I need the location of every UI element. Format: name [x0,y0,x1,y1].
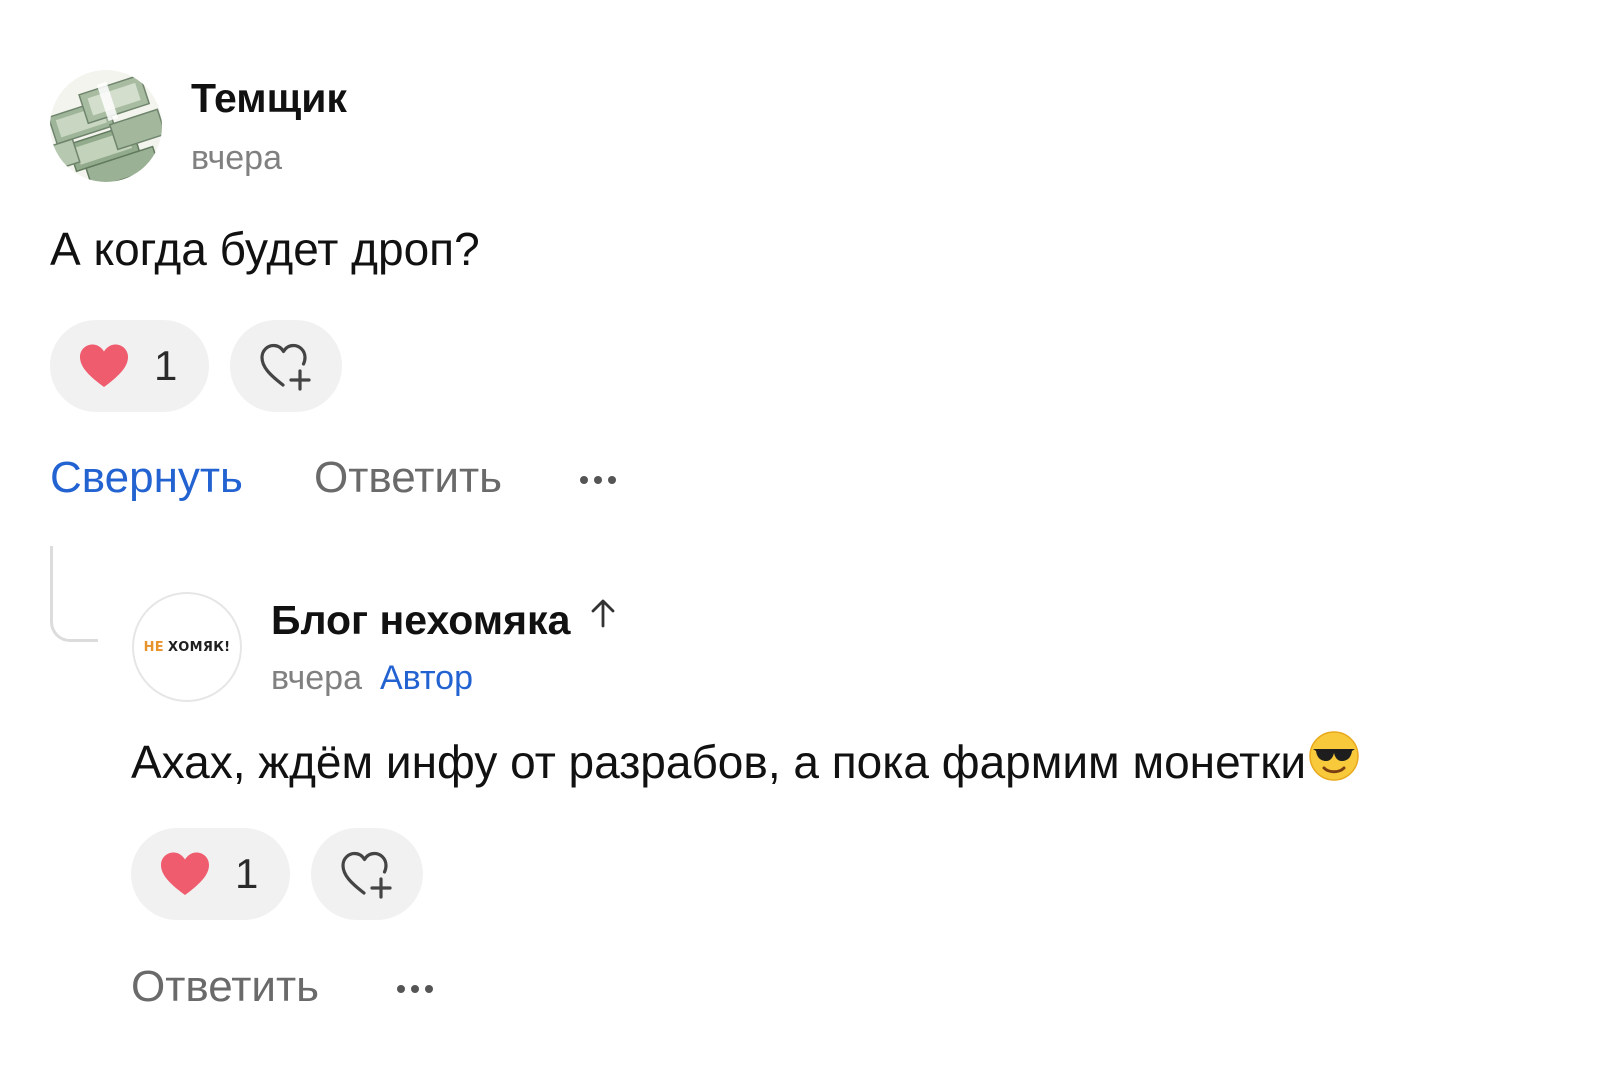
reply-text: Ахах, ждём инфу от разрабов, а пока фарм… [131,736,1307,788]
more-dots-icon[interactable] [397,979,433,999]
reply-timestamp: вчера [271,659,362,697]
reply-like-button[interactable]: 1 [131,828,290,920]
reply-add-reaction-button[interactable] [311,828,423,920]
like-button[interactable]: 1 [50,320,209,412]
money-stack-image [50,70,162,182]
reply-reply-link[interactable]: Ответить [131,961,319,1013]
heart-plus-icon [260,343,311,391]
reply-author-avatar[interactable]: НЕ ХОМЯК! [132,592,242,702]
add-reaction-button[interactable] [230,320,342,412]
avatar-logo-accent: НЕ [143,639,164,655]
collapse-link[interactable]: Свернуть [50,452,243,504]
heart-icon [161,852,209,895]
more-dots-icon[interactable] [580,470,616,490]
reply-link[interactable]: Ответить [314,452,502,504]
reply-author-name[interactable]: Блог нехомяка [271,596,616,644]
thread-connector [50,546,98,642]
heart-plus-icon [341,851,392,899]
comment-text: А когда будет дроп? [50,223,480,275]
author-avatar[interactable] [50,70,162,182]
reply-meta: вчера Автор [271,658,473,698]
like-count: 1 [154,342,178,389]
author-badge: Автор [379,659,473,697]
reply-text-line: Ахах, ждём инфу от разрабов, а пока фарм… [131,730,1360,789]
reply-like-count: 1 [235,850,259,897]
comment-timestamp: вчера [191,139,282,177]
reply-author-label: Блог нехомяка [271,597,571,643]
sunglasses-emoji [1308,730,1360,782]
heart-icon [80,344,128,387]
arrow-up-icon [590,598,616,628]
author-name[interactable]: Темщик [191,74,347,122]
avatar-logo-text: ХОМЯК! [167,639,231,655]
